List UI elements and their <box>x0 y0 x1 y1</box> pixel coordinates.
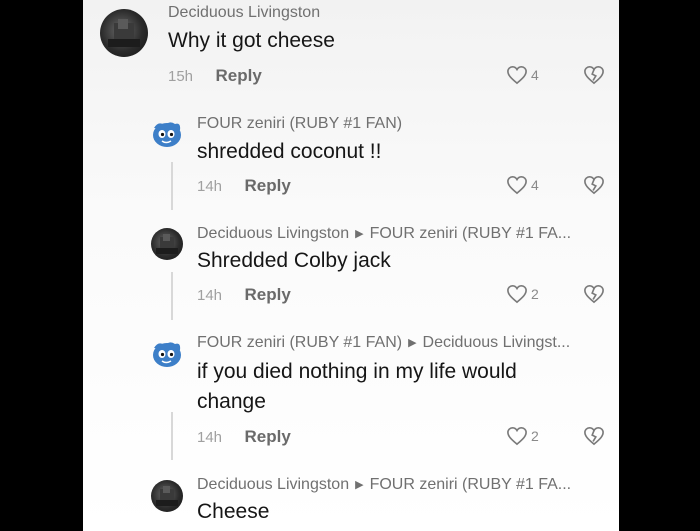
dislike-button[interactable] <box>583 175 605 200</box>
reply-arrow-icon: ▶ <box>408 337 417 349</box>
comment-meta: 15h Reply <box>168 66 262 86</box>
reply-button[interactable]: Reply <box>244 176 290 195</box>
avatar[interactable] <box>151 228 183 260</box>
comment-text: shredded coconut !! <box>197 140 382 163</box>
comment-username: Deciduous Livingston ▶ FOUR zeniri (RUBY #… <box>197 225 571 243</box>
broken-heart-icon <box>584 284 604 304</box>
reply-button[interactable]: Reply <box>215 66 261 85</box>
thread-line <box>171 272 173 320</box>
comment-username: Deciduous Livingston ▶ FOUR zeniri (RUBY #… <box>197 476 571 494</box>
like-button[interactable]: 4 <box>506 175 539 195</box>
avatar-image <box>156 486 178 506</box>
reply-author[interactable]: FOUR zeniri (RUBY #1 FAN) <box>197 334 402 351</box>
heart-icon <box>507 175 527 195</box>
comment-meta: 14h Reply <box>197 427 291 447</box>
comment-text: if you died nothing in my life would cha… <box>197 360 517 413</box>
thread-line <box>171 412 173 460</box>
comment-timestamp: 14h <box>197 178 223 195</box>
comment-timestamp: 15h <box>168 68 194 85</box>
avatar-image <box>108 19 140 47</box>
comment-text: Shredded Colby jack <box>197 249 391 272</box>
comment-username[interactable]: FOUR zeniri (RUBY #1 FAN) <box>197 115 402 133</box>
thread-line <box>171 162 173 210</box>
like-count: 4 <box>531 177 539 193</box>
comment-meta: 14h Reply <box>197 176 291 196</box>
avatar[interactable] <box>151 480 183 512</box>
reply-to-user[interactable]: Deciduous Livingst... <box>423 334 571 351</box>
dislike-button[interactable] <box>583 284 605 309</box>
avatar[interactable] <box>151 118 183 150</box>
reply-author[interactable]: Deciduous Livingston <box>197 476 349 493</box>
dislike-button[interactable] <box>583 65 605 90</box>
like-button[interactable]: 2 <box>506 284 539 304</box>
avatar-image <box>153 122 181 147</box>
comment-timestamp: 14h <box>197 429 223 446</box>
broken-heart-icon <box>584 65 604 85</box>
reply-button[interactable]: Reply <box>244 427 290 446</box>
comment-username: FOUR zeniri (RUBY #1 FAN) ▶ Deciduous Livi… <box>197 334 570 352</box>
reply-button[interactable]: Reply <box>244 285 290 304</box>
reply-arrow-icon: ▶ <box>355 228 364 240</box>
like-count: 2 <box>531 286 539 302</box>
comment-meta: 14h Reply <box>197 285 291 305</box>
avatar[interactable] <box>151 338 183 370</box>
like-button[interactable]: 2 <box>506 426 539 446</box>
avatar[interactable] <box>100 9 148 57</box>
avatar-image <box>156 234 178 254</box>
reply-to-user[interactable]: FOUR zeniri (RUBY #1 FA... <box>370 225 572 242</box>
heart-icon <box>507 284 527 304</box>
comment-text: Why it got cheese <box>168 29 335 52</box>
reply-to-user[interactable]: FOUR zeniri (RUBY #1 FA... <box>370 476 572 493</box>
comment-text: Cheese <box>197 500 270 523</box>
heart-icon <box>507 426 527 446</box>
like-count: 2 <box>531 428 539 444</box>
comment-username[interactable]: Deciduous Livingston <box>168 4 320 22</box>
dislike-button[interactable] <box>583 426 605 451</box>
broken-heart-icon <box>584 175 604 195</box>
heart-icon <box>507 65 527 85</box>
comment-timestamp: 14h <box>197 287 223 304</box>
like-count: 4 <box>531 67 539 83</box>
comments-panel: Deciduous Livingston Why it got cheese 1… <box>83 0 619 531</box>
reply-author[interactable]: Deciduous Livingston <box>197 225 349 242</box>
like-button[interactable]: 4 <box>506 65 539 85</box>
reply-arrow-icon: ▶ <box>355 479 364 491</box>
broken-heart-icon <box>584 426 604 446</box>
avatar-image <box>153 342 181 367</box>
